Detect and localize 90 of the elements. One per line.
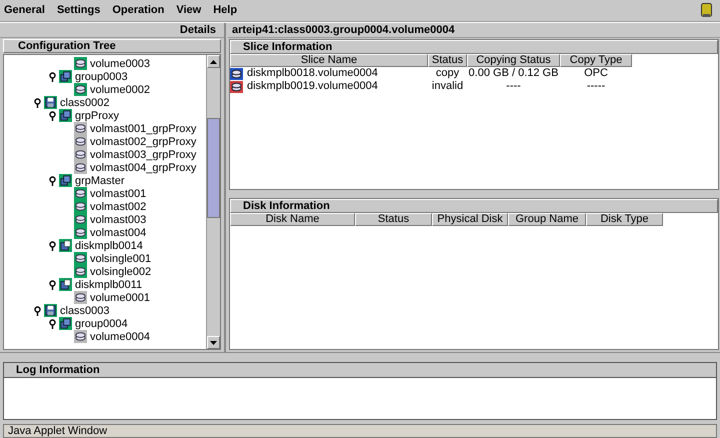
column-header[interactable]: Group Name bbox=[508, 213, 586, 226]
disk-icon bbox=[59, 239, 72, 252]
group-icon bbox=[59, 70, 72, 83]
volume-icon bbox=[74, 200, 87, 213]
volume-icon bbox=[74, 122, 87, 135]
selection-path: arteip41:class0003.group0004.volume0004 bbox=[228, 23, 720, 38]
column-header[interactable]: Status bbox=[428, 54, 467, 67]
volume-icon bbox=[74, 187, 87, 200]
group-icon bbox=[59, 317, 72, 330]
volume-icon bbox=[74, 265, 87, 278]
status-bar: Java Applet Window bbox=[3, 424, 717, 438]
up-arrow-icon bbox=[210, 60, 217, 64]
volume-icon bbox=[74, 161, 87, 174]
expanded-toggle-icon[interactable] bbox=[48, 240, 56, 250]
tree-item-label[interactable]: volsingle001 bbox=[90, 252, 152, 264]
tree-item-label[interactable]: volume0002 bbox=[90, 84, 150, 96]
tree-item-label[interactable]: diskmplb0011 bbox=[75, 278, 142, 290]
table-cell: 0.00 GB / 0.12 GB bbox=[468, 68, 558, 79]
table-cell: diskmplb0018.volume0004 bbox=[247, 68, 378, 79]
column-header[interactable]: Copying Status bbox=[467, 54, 560, 67]
volume-icon bbox=[74, 291, 87, 304]
column-header[interactable]: Disk Type bbox=[586, 213, 663, 226]
tree-item-label[interactable]: volmast003_grpProxy bbox=[90, 148, 196, 160]
details-label: Details bbox=[180, 22, 216, 38]
scroll-up-button[interactable] bbox=[207, 55, 220, 68]
tree-item-label[interactable]: volmast001_grpProxy bbox=[90, 122, 196, 134]
tree-item-label[interactable]: volume0003 bbox=[90, 58, 150, 70]
volume-icon bbox=[74, 83, 87, 96]
slice-icon bbox=[230, 68, 243, 80]
tree-item-label[interactable]: diskmplb0014 bbox=[75, 240, 143, 252]
class-icon bbox=[44, 304, 57, 317]
tree-item-label[interactable]: volsingle002 bbox=[90, 266, 152, 278]
expanded-toggle-icon[interactable] bbox=[48, 72, 56, 82]
tree-item-label[interactable]: volmast002 bbox=[90, 200, 146, 212]
scroll-down-button[interactable] bbox=[207, 336, 220, 349]
group-icon bbox=[59, 174, 72, 187]
menu-item[interactable]: Settings bbox=[56, 2, 100, 19]
tree-item-label[interactable]: grpMaster bbox=[75, 174, 125, 186]
tree-item-label[interactable]: volmast004_grpProxy bbox=[90, 162, 196, 174]
expanded-toggle-icon[interactable] bbox=[48, 176, 56, 186]
column-header[interactable]: Copy Type bbox=[560, 54, 632, 67]
volume-icon bbox=[74, 148, 87, 161]
class-icon bbox=[44, 96, 57, 109]
tree-item-label[interactable]: volmast003 bbox=[90, 214, 146, 226]
volume-icon bbox=[74, 330, 87, 343]
tree-item-label[interactable]: volmast002_grpProxy bbox=[90, 136, 196, 148]
tree-item-label[interactable]: group0004 bbox=[75, 318, 128, 330]
column-header[interactable]: Disk Name bbox=[230, 213, 355, 226]
tree-item-label[interactable]: group0003 bbox=[75, 70, 128, 82]
expanded-toggle-icon[interactable] bbox=[48, 318, 56, 328]
column-header[interactable]: Physical Disk bbox=[432, 213, 508, 226]
expanded-toggle-icon[interactable] bbox=[34, 98, 40, 108]
tree-item-label[interactable]: volmast001 bbox=[90, 188, 146, 200]
tree-item-label[interactable]: grpProxy bbox=[75, 110, 120, 122]
menu-item[interactable]: Operation bbox=[112, 2, 164, 19]
tree-item-label[interactable]: volmast004 bbox=[90, 226, 146, 238]
panel-title: Slice Information bbox=[230, 40, 718, 54]
panel-title: Disk Information bbox=[230, 199, 718, 213]
volume-icon bbox=[74, 213, 87, 226]
scroll-thumb[interactable] bbox=[207, 118, 220, 218]
expanded-toggle-icon[interactable] bbox=[48, 280, 56, 290]
column-header[interactable]: Status bbox=[355, 213, 432, 226]
group-icon bbox=[59, 109, 72, 122]
column-header[interactable]: Slice Name bbox=[230, 54, 428, 67]
volume-icon bbox=[74, 57, 87, 70]
menu-item[interactable]: Help bbox=[213, 2, 238, 19]
slice-icon bbox=[230, 80, 243, 92]
menu-item[interactable]: View bbox=[176, 2, 202, 19]
down-arrow-icon bbox=[210, 340, 217, 344]
database-icon bbox=[701, 3, 712, 18]
menu-item[interactable]: General bbox=[4, 2, 45, 19]
table-cell: ----- bbox=[586, 81, 606, 92]
tree-item-label[interactable]: volume0001 bbox=[90, 292, 150, 304]
table-cell: ---- bbox=[506, 81, 521, 92]
disk-icon bbox=[59, 278, 72, 291]
table-cell: OPC bbox=[584, 68, 608, 79]
volume-icon bbox=[74, 252, 87, 265]
volume-icon bbox=[74, 226, 87, 239]
volume-icon bbox=[74, 135, 87, 148]
tree-item-label[interactable]: class0002 bbox=[60, 96, 110, 108]
tree-item-label[interactable]: volume0004 bbox=[90, 330, 150, 342]
panel-title: Log Information bbox=[4, 363, 716, 378]
scrollbar[interactable] bbox=[206, 55, 220, 349]
table-cell: invalid bbox=[432, 81, 464, 92]
table-cell: diskmplb0019.volume0004 bbox=[247, 81, 378, 92]
expanded-toggle-icon[interactable] bbox=[34, 306, 40, 316]
tree-item-label[interactable]: class0003 bbox=[60, 304, 110, 316]
table-cell: copy bbox=[436, 68, 460, 79]
expanded-toggle-icon[interactable] bbox=[48, 110, 56, 120]
panel-title: Configuration Tree bbox=[3, 39, 221, 53]
